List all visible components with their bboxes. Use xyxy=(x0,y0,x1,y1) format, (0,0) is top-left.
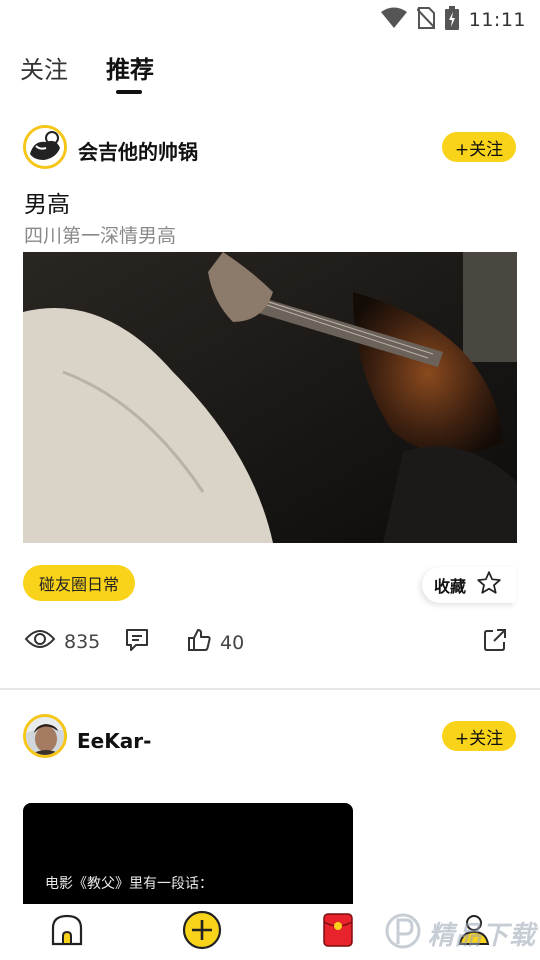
post-stats: 835 40 xyxy=(0,627,540,667)
post-description: 四川第一深情男高 xyxy=(24,225,177,247)
nav-add-post[interactable] xyxy=(182,910,222,954)
follow-button[interactable]: +关注 xyxy=(442,721,516,751)
active-tab-indicator xyxy=(116,90,142,94)
status-icons: 11:11 xyxy=(380,6,526,34)
post-title: 男高 xyxy=(24,192,70,218)
collect-label: 收藏 xyxy=(434,577,467,596)
avatar[interactable] xyxy=(23,714,67,758)
share-button[interactable] xyxy=(482,627,508,658)
author-name[interactable]: EeKar- xyxy=(77,729,151,753)
nav-red-envelope[interactable] xyxy=(318,912,358,952)
topic-tag[interactable]: 碰友圈日常 xyxy=(23,565,136,601)
thumbs-up-icon xyxy=(186,627,212,658)
top-tabs: 关注 推荐 xyxy=(0,50,540,100)
avatar[interactable] xyxy=(23,125,67,169)
home-icon xyxy=(49,912,85,952)
no-sim-icon xyxy=(416,7,436,33)
tab-recommend[interactable]: 推荐 xyxy=(106,50,154,85)
nav-home[interactable] xyxy=(47,912,87,952)
like-button[interactable]: 40 xyxy=(186,627,244,658)
follow-button[interactable]: +关注 xyxy=(442,132,516,162)
status-time: 11:11 xyxy=(468,9,526,31)
view-count: 835 xyxy=(24,627,100,656)
post-divider xyxy=(0,688,540,690)
video-caption: 电影《教父》里有一段话： xyxy=(45,876,213,892)
like-count-value: 40 xyxy=(220,631,245,654)
view-count-value: 835 xyxy=(64,630,101,653)
watermark: 精品下载 xyxy=(384,906,540,960)
share-icon xyxy=(482,627,508,658)
author-name[interactable]: 会吉他的帅锅 xyxy=(78,136,198,165)
star-icon xyxy=(476,570,502,600)
red-envelope-icon xyxy=(321,912,355,952)
wifi-icon xyxy=(380,7,407,33)
comment-button[interactable] xyxy=(124,627,150,658)
tab-follow[interactable]: 关注 xyxy=(20,50,68,85)
watermark-text: 精品下载 xyxy=(428,920,537,951)
status-bar: 11:11 xyxy=(0,0,540,38)
watermark-logo-icon xyxy=(384,910,422,956)
battery-charging-icon xyxy=(444,6,459,34)
collect-button[interactable]: 收藏 xyxy=(422,567,516,603)
eye-icon xyxy=(24,627,56,656)
post-image[interactable] xyxy=(23,252,517,543)
add-post-icon xyxy=(182,910,222,954)
comment-icon xyxy=(124,627,150,658)
